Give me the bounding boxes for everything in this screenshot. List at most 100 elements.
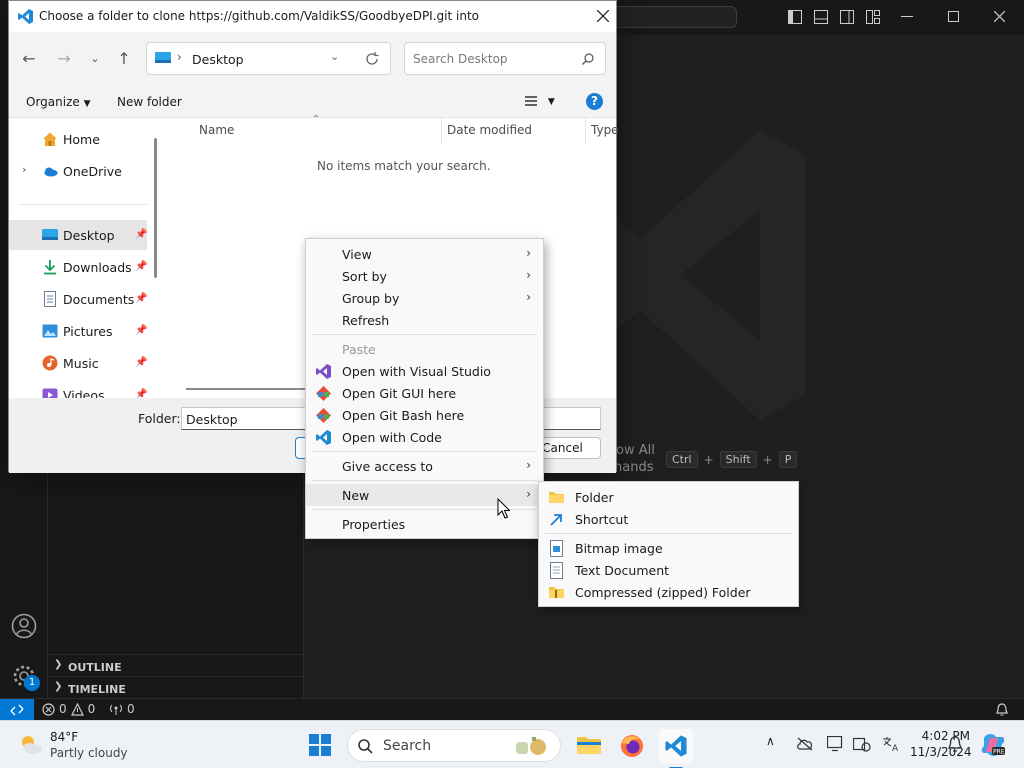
mouse-cursor-icon <box>497 498 510 519</box>
notifications-bell-icon[interactable] <box>948 736 962 753</box>
bitmap-icon <box>550 540 563 557</box>
pin-icon: 📌 <box>135 229 148 240</box>
outline-section[interactable]: ❯ OUTLINE <box>48 654 304 676</box>
windows-start-icon[interactable] <box>309 734 331 756</box>
column-header-date-modified[interactable]: Date modified <box>447 123 532 137</box>
up-button[interactable]: ↑ <box>110 45 138 73</box>
organize-button[interactable]: Organize ▼ <box>26 95 91 109</box>
refresh-icon[interactable] <box>365 52 379 66</box>
display-icon[interactable] <box>827 736 845 752</box>
pin-icon: 📌 <box>135 293 148 304</box>
new-item-compressed-folder[interactable]: Compressed (zipped) Folder <box>539 581 798 603</box>
cloud-offline-icon[interactable] <box>796 737 814 751</box>
menu-item-label: Open Git Bash here <box>342 408 465 423</box>
toggle-primary-sidebar-icon[interactable] <box>788 10 802 24</box>
menu-item-open-git-bash[interactable]: Open Git Bash here <box>306 404 543 426</box>
videos-icon <box>42 388 58 398</box>
menu-item-open-git-gui[interactable]: Open Git GUI here <box>306 382 543 404</box>
menu-item-refresh[interactable]: Refresh <box>306 309 543 331</box>
nav-item-music[interactable]: Music 📌 <box>9 348 147 378</box>
navigation-bar: ← → ⌄ ↑ › Desktop ⌄ Search Desktop <box>9 32 616 87</box>
manage-gear-button[interactable]: 1 <box>11 663 41 693</box>
view-options-button[interactable]: ▼ <box>524 93 555 108</box>
pin-icon: 📌 <box>135 357 148 368</box>
close-icon[interactable] <box>597 10 609 22</box>
weather-widget[interactable]: 84°F Partly cloudy <box>14 727 144 763</box>
address-dropdown-icon[interactable]: ⌄ <box>330 50 339 63</box>
pin-icon: 📌 <box>135 261 148 272</box>
recent-locations-button[interactable]: ⌄ <box>81 45 109 73</box>
new-folder-button[interactable]: New folder <box>117 95 182 109</box>
toggle-secondary-sidebar-icon[interactable] <box>840 10 854 24</box>
show-all-commands-partial-1: ow All <box>616 443 655 458</box>
remote-indicator-button[interactable] <box>0 699 34 721</box>
partly-cloudy-icon <box>22 736 42 754</box>
menu-separator <box>312 451 537 452</box>
new-item-shortcut[interactable]: Shortcut <box>539 508 798 530</box>
nav-item-desktop[interactable]: Desktop 📌 <box>9 220 147 250</box>
toggle-panel-icon[interactable] <box>814 10 828 24</box>
problems-indicator[interactable]: 0 0 <box>42 702 95 716</box>
account-icon[interactable] <box>11 613 37 639</box>
menu-item-view[interactable]: View › <box>306 243 543 265</box>
address-bar[interactable]: › Desktop ⌄ <box>146 42 391 75</box>
notifications-bell-icon[interactable] <box>996 703 1008 717</box>
maximize-icon[interactable] <box>948 11 959 22</box>
menu-item-label: Paste <box>342 342 376 357</box>
menu-item-sort-by[interactable]: Sort by › <box>306 265 543 287</box>
new-item-folder[interactable]: Folder <box>539 486 798 508</box>
nav-item-onedrive[interactable]: › OneDrive <box>9 156 147 186</box>
vscode-icon <box>665 735 687 757</box>
language-icon[interactable]: A <box>882 736 900 752</box>
taskbar-vscode[interactable] <box>659 729 693 768</box>
column-divider[interactable] <box>585 118 586 144</box>
menu-item-open-with-visual-studio[interactable]: Open with Visual Studio <box>306 360 543 382</box>
onedrive-icon <box>44 167 58 177</box>
status-bar: 0 0 0 <box>0 698 1024 721</box>
nav-item-documents[interactable]: Documents 📌 <box>9 284 147 314</box>
broadcast-icon <box>110 704 122 715</box>
ports-indicator[interactable]: 0 <box>109 702 135 716</box>
new-item-text-document[interactable]: Text Document <box>539 559 798 581</box>
column-divider[interactable] <box>441 118 442 144</box>
nav-item-videos[interactable]: Videos 📌 <box>9 380 147 398</box>
pin-icon: 📌 <box>135 325 148 336</box>
chevron-right-icon[interactable]: › <box>22 163 26 176</box>
remote-icon <box>10 704 24 716</box>
errors-count: 0 <box>59 702 67 716</box>
search-placeholder: Search Desktop <box>413 52 508 66</box>
arrow-right-icon: → <box>57 49 71 68</box>
taskbar-file-explorer[interactable] <box>572 729 606 763</box>
pictures-icon <box>42 324 58 338</box>
menu-item-label: Open with Visual Studio <box>342 364 491 379</box>
timeline-section[interactable]: ❯ TIMELINE <box>48 676 304 698</box>
firefox-icon <box>621 735 643 757</box>
back-button[interactable]: ← <box>15 45 43 73</box>
security-icon[interactable] <box>853 736 871 752</box>
copilot-icon[interactable]: PRE <box>980 732 1006 758</box>
git-gui-icon <box>316 386 331 401</box>
help-icon[interactable]: ? <box>586 93 603 110</box>
taskbar-search-box[interactable]: Search <box>347 729 561 762</box>
new-item-bitmap-image[interactable]: Bitmap image <box>539 537 798 559</box>
column-header-type[interactable]: Type <box>591 123 619 137</box>
nav-item-label: Home <box>63 132 100 147</box>
taskbar-firefox[interactable] <box>615 729 649 763</box>
customize-layout-icon[interactable] <box>866 10 880 24</box>
show-hidden-icons-chevron-icon[interactable]: ∧ <box>766 734 775 748</box>
search-input[interactable]: Search Desktop <box>404 42 606 75</box>
column-header-name[interactable]: Name <box>199 123 234 137</box>
key-plus: + <box>703 452 714 467</box>
forward-button[interactable]: → <box>50 45 78 73</box>
minimize-icon[interactable] <box>901 16 913 18</box>
menu-item-label: New <box>342 488 370 503</box>
nav-item-pictures[interactable]: Pictures 📌 <box>9 316 147 346</box>
menu-item-group-by[interactable]: Group by › <box>306 287 543 309</box>
close-window-icon[interactable] <box>994 11 1005 22</box>
chevron-right-icon: › <box>526 246 531 260</box>
nav-scrollbar[interactable] <box>154 138 157 278</box>
menu-item-give-access-to[interactable]: Give access to › <box>306 455 543 477</box>
nav-item-home[interactable]: Home <box>9 124 147 154</box>
nav-item-downloads[interactable]: Downloads 📌 <box>9 252 147 282</box>
menu-item-open-with-code[interactable]: Open with Code <box>306 426 543 448</box>
